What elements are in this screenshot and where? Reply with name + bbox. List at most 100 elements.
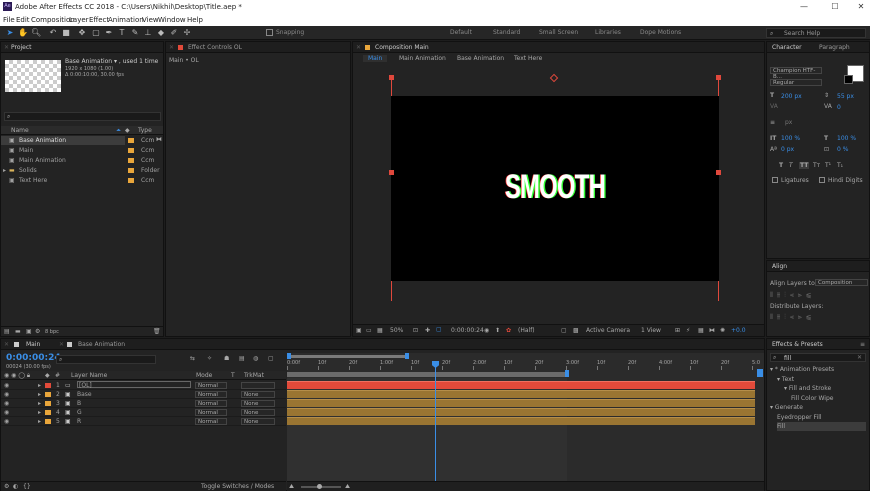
label-color[interactable] <box>128 168 134 173</box>
tracking-value[interactable]: 0 <box>837 104 841 111</box>
monitor-icon[interactable]: ▭ <box>366 327 372 334</box>
layer-name[interactable]: B <box>77 400 81 407</box>
tab-base-animation[interactable]: Base Animation <box>78 341 125 348</box>
eye-icon[interactable]: ◉ <box>4 382 9 389</box>
timeline-search-input[interactable]: ⌕ <box>56 355 156 364</box>
fast-preview-icon[interactable]: ⚡ <box>686 327 690 334</box>
vertical-scale-value[interactable]: 100 % <box>781 135 800 142</box>
bounding-handle[interactable] <box>716 170 721 175</box>
layer-row[interactable]: ◉ ▸ 5 ▣ R Normal None <box>1 417 286 426</box>
column-layer-name[interactable]: Layer Name <box>71 372 107 379</box>
safe-zones-icon[interactable]: ✚ <box>425 327 430 334</box>
nav-tab-main-animation[interactable]: Main Animation <box>399 55 446 62</box>
label-color[interactable] <box>45 383 51 388</box>
layer-row[interactable]: ◉ ▸ 4 ▣ G Normal None <box>1 408 286 417</box>
eye-icon[interactable]: ◉ <box>4 409 9 416</box>
effects-tree-item[interactable]: ▾ Text <box>777 375 866 384</box>
expand-arrow-icon[interactable]: ▸ <box>38 409 41 416</box>
font-size-value[interactable]: 200 px <box>781 93 802 100</box>
navigator-start-handle[interactable] <box>287 353 291 359</box>
nav-tab-text-here[interactable]: Text Here <box>514 55 542 62</box>
current-time[interactable]: 0:00:00:24 <box>451 327 484 334</box>
minimize-button[interactable]: — <box>795 2 813 12</box>
workspace-standard[interactable]: Standard <box>493 29 520 36</box>
tab-paragraph[interactable]: Paragraph <box>819 44 850 51</box>
distribute-buttons[interactable]: ⫴⫵⫶⫷⫸⫹ <box>770 313 866 322</box>
stroke-color-swatch[interactable] <box>844 75 853 84</box>
expand-arrow-icon[interactable]: ▸ <box>38 400 41 407</box>
tsume-value[interactable]: 0 % <box>837 146 848 153</box>
label-color[interactable] <box>45 410 51 415</box>
layer-duration-bar[interactable] <box>287 408 755 416</box>
close-icon[interactable]: ✕ <box>4 44 9 51</box>
view-layout-dropdown[interactable]: 1 View <box>641 327 661 334</box>
tab-effects-presets[interactable]: Effects & Presets <box>772 341 823 348</box>
layer-mode-dropdown[interactable]: Normal <box>195 382 227 389</box>
layer-mode-dropdown[interactable]: Normal <box>195 409 227 416</box>
list-item[interactable]: ▣ Main Animation Ccm <box>1 156 163 165</box>
rectangle-tool-icon[interactable]: ▢ <box>91 28 101 38</box>
nav-tab-main[interactable]: Main <box>363 55 388 62</box>
maximize-button[interactable]: ☐ <box>826 2 844 12</box>
transparency-grid-icon[interactable]: ▩ <box>573 327 579 334</box>
motion-blur-icon[interactable]: ◍ <box>253 355 258 362</box>
menu-layer[interactable]: Layer <box>69 16 89 24</box>
tab-effect-controls[interactable]: Effect Controls OL <box>188 44 242 51</box>
close-button[interactable]: ✕ <box>852 2 870 12</box>
zoom-in-icon[interactable]: ⛰ <box>345 483 350 491</box>
layer-trkmat-dropdown[interactable]: None <box>241 391 275 398</box>
workspace-small-screen[interactable]: Small Screen <box>539 29 578 36</box>
workspace-default[interactable]: Default <box>450 29 472 36</box>
nav-tab-base-animation[interactable]: Base Animation <box>457 55 504 62</box>
expand-arrow-icon[interactable]: ▸ <box>38 418 41 425</box>
layer-trkmat-dropdown[interactable]: None <box>241 409 275 416</box>
hindi-digits-checkbox[interactable] <box>819 177 825 183</box>
ligatures-checkbox[interactable] <box>772 177 778 183</box>
list-item[interactable]: ▣ Text Here Ccm <box>1 176 163 185</box>
frame-blending-icon[interactable]: ▤ <box>239 355 245 362</box>
menu-help[interactable]: Help <box>187 16 203 24</box>
work-area-navigator[interactable] <box>287 355 407 358</box>
list-item[interactable]: ▸ ▬ Solids Folder <box>1 166 163 175</box>
menu-effect[interactable]: Effect <box>89 16 109 24</box>
work-area-end-handle[interactable] <box>565 370 569 377</box>
flowchart-icon[interactable]: ⧓ <box>709 327 715 334</box>
puppet-tool-icon[interactable]: ✢ <box>182 28 192 38</box>
layer-row[interactable]: ◉ ▸ 3 ▣ B Normal None <box>1 399 286 408</box>
exposure-value[interactable]: +0.0 <box>731 327 746 334</box>
shy-icon[interactable]: ☗ <box>224 355 229 362</box>
layer-row[interactable]: ◉ ▸ 1 ▭ [OL] Normal <box>1 381 286 390</box>
menu-icon[interactable] <box>67 342 72 347</box>
work-area-bar[interactable] <box>287 372 567 377</box>
workspace-libraries[interactable]: Libraries <box>595 29 621 36</box>
graph-editor-icon[interactable]: ▢ <box>268 355 274 362</box>
comp-end-marker[interactable] <box>757 369 763 377</box>
subscript-button[interactable]: T₁ <box>837 162 843 169</box>
layer-mode-dropdown[interactable]: Normal <box>195 391 227 398</box>
lock-icon[interactable] <box>178 45 183 50</box>
column-mode[interactable]: Mode <box>196 372 212 379</box>
effects-tree-item[interactable]: ▾ * Animation Presets <box>770 365 866 374</box>
layer-duration-bar[interactable] <box>287 390 755 398</box>
exposure-icon[interactable]: ✺ <box>720 327 725 334</box>
tab-project[interactable]: Project <box>11 44 32 51</box>
close-icon[interactable]: ✕ <box>356 44 361 51</box>
composition-canvas[interactable]: SMOOTH <box>391 96 719 281</box>
canvas-text[interactable]: SMOOTH <box>440 168 670 207</box>
tab-composition[interactable]: Composition Main <box>375 44 429 51</box>
superscript-button[interactable]: T¹ <box>825 162 831 169</box>
transfer-controls-icon[interactable]: ◐ <box>13 483 18 490</box>
layer-duration-bar[interactable] <box>287 417 755 425</box>
menu-animation[interactable]: Animation <box>108 16 144 24</box>
in-out-icon[interactable]: {} <box>23 483 31 490</box>
rotate-tool-icon[interactable]: ↶ <box>48 28 58 38</box>
layer-duration-bar[interactable] <box>287 381 755 389</box>
panel-menu-icon[interactable]: ≡ <box>860 341 865 348</box>
effects-tree-item[interactable]: Eyedropper Fill <box>777 413 866 422</box>
small-caps-button[interactable]: Tт <box>813 162 820 169</box>
zoom-slider-thumb[interactable] <box>317 484 322 489</box>
mask-icon[interactable]: ▢ <box>436 326 442 333</box>
effects-tree-item[interactable]: ▾ Fill and Stroke <box>784 384 866 393</box>
bpc-label[interactable]: 8 bpc <box>45 329 59 335</box>
effects-tree-item[interactable]: ▾ Generate <box>770 403 866 412</box>
